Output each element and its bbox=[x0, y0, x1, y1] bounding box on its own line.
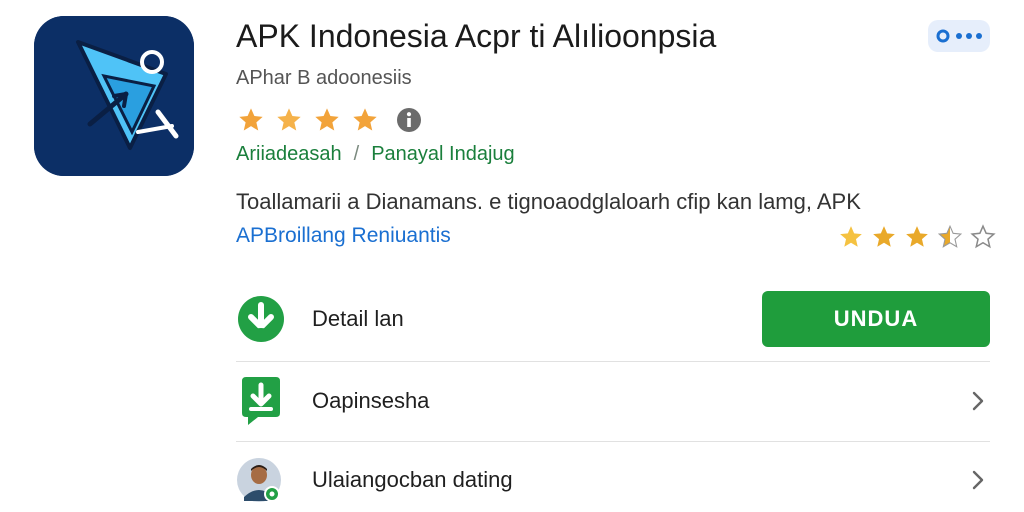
list-item-info[interactable]: Oapinsesha bbox=[236, 369, 990, 433]
list-item-label: Detail lan bbox=[312, 306, 404, 331]
list-item-label: Ulaiangocban dating bbox=[312, 467, 513, 492]
list-item-label: Oapinsesha bbox=[312, 388, 430, 413]
download-box-icon bbox=[236, 374, 298, 428]
star-icon bbox=[239, 108, 263, 131]
half-star-icon bbox=[937, 224, 963, 248]
star-icon bbox=[840, 226, 862, 247]
ellipsis-icon bbox=[936, 29, 982, 43]
star-icon bbox=[277, 108, 301, 131]
review-rating bbox=[838, 224, 1003, 250]
star-icon bbox=[353, 108, 377, 131]
app-rating bbox=[236, 106, 422, 134]
divider bbox=[236, 361, 990, 362]
app-title: APK Indonesia Acpr ti Alılioonpsia bbox=[236, 18, 717, 54]
app-icon bbox=[34, 16, 194, 176]
category-sub-label[interactable]: Panayal Indajug bbox=[371, 142, 514, 166]
download-button[interactable]: UNDUA bbox=[762, 291, 990, 347]
divider bbox=[236, 441, 990, 442]
download-icon bbox=[236, 292, 298, 346]
more-info-link[interactable]: APBroillang Reniuantis bbox=[236, 223, 451, 249]
star-icon bbox=[315, 108, 339, 131]
app-description: Toallamarii a Dianamans. e tignoaodglalo… bbox=[236, 189, 861, 214]
empty-star-icon bbox=[970, 224, 996, 249]
more-options-button[interactable] bbox=[928, 20, 990, 52]
star-icon bbox=[906, 226, 928, 247]
category-line: Ariiadeasah / Panayal Indajug bbox=[236, 142, 515, 166]
category-separator: / bbox=[353, 143, 360, 165]
info-icon[interactable] bbox=[396, 107, 422, 133]
category-label[interactable]: Ariiadeasah bbox=[236, 142, 342, 166]
avatar bbox=[236, 453, 298, 507]
developer-name[interactable]: APhar B adoonesiis bbox=[236, 66, 412, 90]
paper-plane-icon bbox=[34, 16, 194, 176]
chevron-right-icon[interactable] bbox=[970, 469, 986, 491]
list-item-account[interactable]: Ulaiangocban dating bbox=[236, 448, 990, 512]
star-icon bbox=[873, 226, 895, 247]
chevron-right-icon[interactable] bbox=[970, 390, 986, 412]
